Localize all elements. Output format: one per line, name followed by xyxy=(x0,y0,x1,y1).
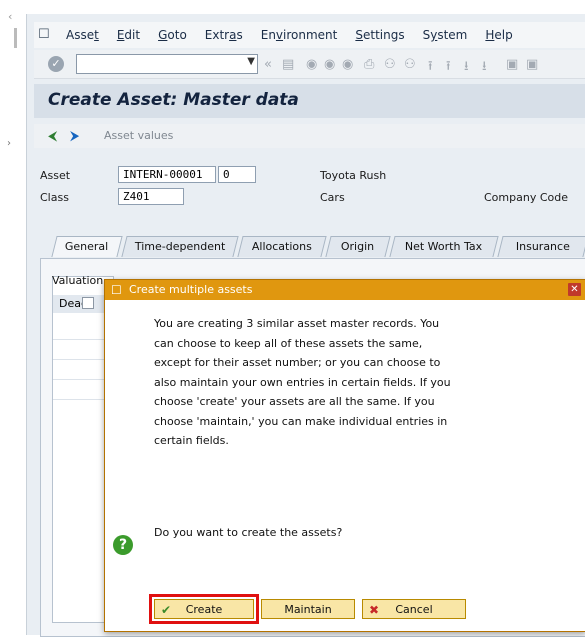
class-description: Cars xyxy=(320,191,345,204)
enter-check-icon[interactable]: ✓ xyxy=(48,56,64,72)
previous-asset-icon[interactable]: ⮜ xyxy=(48,129,57,144)
gutter-bar xyxy=(14,28,17,48)
tab-origin[interactable]: Origin xyxy=(325,236,391,257)
dialog-title: Create multiple assets xyxy=(129,283,253,296)
dropdown-arrow-icon[interactable]: ▼ xyxy=(247,56,255,67)
cancel-button[interactable]: ✖ Cancel xyxy=(362,599,466,619)
menu-goto[interactable]: Goto xyxy=(158,28,187,42)
dialog-title-bar[interactable]: ☐ Create multiple assets ✕ xyxy=(105,280,585,300)
close-icon[interactable]: ✕ xyxy=(568,283,581,296)
company-code-label: Company Code xyxy=(484,191,568,204)
menu-help[interactable]: Help xyxy=(485,28,512,42)
tab-general[interactable]: General xyxy=(51,236,123,257)
deact-checkbox[interactable] xyxy=(82,297,94,309)
asset-label: Asset xyxy=(40,169,71,182)
left-gutter: ‹ › xyxy=(0,0,26,635)
last-page-icon[interactable]: ⭳ xyxy=(482,57,487,79)
next-page-icon[interactable]: ⭳ xyxy=(464,57,469,79)
tab-insurance[interactable]: Insurance xyxy=(497,236,585,257)
menu-bar: ☐ Asset Edit Goto Extras Environment Set… xyxy=(34,22,585,48)
grid-line xyxy=(53,359,105,360)
menu-asset[interactable]: Asset xyxy=(66,28,99,42)
next-asset-icon[interactable]: ⮞ xyxy=(70,129,79,144)
valuation-label: Valuation xyxy=(52,274,104,287)
first-page-icon[interactable]: ⭱ xyxy=(428,57,433,79)
shortcut-icon[interactable]: ▣ xyxy=(526,57,538,72)
save-icon[interactable]: ▤ xyxy=(282,57,294,72)
dialog-window-icon: ☐ xyxy=(111,283,122,297)
find-icon[interactable]: ⚇ xyxy=(384,57,396,72)
menu-environment[interactable]: Environment xyxy=(261,28,338,42)
menu-toggle-icon[interactable]: ☐ xyxy=(38,28,56,42)
grid-line xyxy=(53,379,105,380)
back-icon[interactable]: ◉ xyxy=(306,57,317,72)
chevron-right-icon: › xyxy=(7,138,11,149)
question-icon: ? xyxy=(113,535,133,555)
class-label: Class xyxy=(40,191,69,204)
tab-time-dependent[interactable]: Time-dependent xyxy=(121,236,239,257)
dialog-question: Do you want to create the assets? xyxy=(154,526,343,539)
dialog-message: You are creating 3 similar asset master … xyxy=(154,317,451,447)
asset-subnumber-field[interactable]: 0 xyxy=(218,166,256,183)
cancel-x-icon: ✖ xyxy=(369,603,380,617)
asset-values-button[interactable]: Asset values xyxy=(104,129,173,142)
cancel-icon[interactable]: ◉ xyxy=(342,57,353,72)
print-icon[interactable]: ⎙ xyxy=(364,57,374,72)
class-field[interactable]: Z401 xyxy=(118,188,184,205)
previous-page-icon[interactable]: ⭱ xyxy=(446,57,451,79)
title-bar: Create Asset: Master data xyxy=(34,84,585,118)
asset-header: Asset INTERN-00001 0 Toyota Rush Class Z… xyxy=(34,160,585,220)
command-field[interactable]: ▼ xyxy=(76,54,258,74)
application-toolbar: ⮜ ⮞ Asset values xyxy=(34,124,585,148)
asset-description: Toyota Rush xyxy=(320,169,387,182)
grid-line xyxy=(53,399,105,400)
menu-settings[interactable]: Settings xyxy=(355,28,404,42)
tab-allocations[interactable]: Allocations xyxy=(237,236,327,257)
create-button-highlight xyxy=(149,594,259,624)
menu-extras[interactable]: Extras xyxy=(205,28,243,42)
chevron-left-icon: ‹ xyxy=(8,10,13,23)
maintain-button[interactable]: Maintain xyxy=(261,599,355,619)
menu-edit[interactable]: Edit xyxy=(117,28,140,42)
back-arrows-icon[interactable]: « xyxy=(264,57,272,72)
page-title: Create Asset: Master data xyxy=(48,90,299,110)
create-multiple-assets-dialog: ☐ Create multiple assets ✕ You are creat… xyxy=(104,279,585,632)
grid-line xyxy=(53,339,105,340)
new-session-icon[interactable]: ▣ xyxy=(506,57,518,72)
standard-toolbar: ✓ ▼ « ▤ ◉ ◉ ◉ ⎙ ⚇ ⚇ ⭱ ⭱ ⭳ ⭳ ▣ ▣ xyxy=(34,50,585,79)
menu-system[interactable]: System xyxy=(423,28,468,42)
exit-icon[interactable]: ◉ xyxy=(324,57,335,72)
find-next-icon[interactable]: ⚇ xyxy=(404,57,416,72)
tab-strip: General Time-dependent Allocations Origi… xyxy=(34,232,585,258)
tab-net-worth-tax[interactable]: Net Worth Tax xyxy=(389,236,499,257)
asset-number-field[interactable]: INTERN-00001 xyxy=(118,166,216,183)
